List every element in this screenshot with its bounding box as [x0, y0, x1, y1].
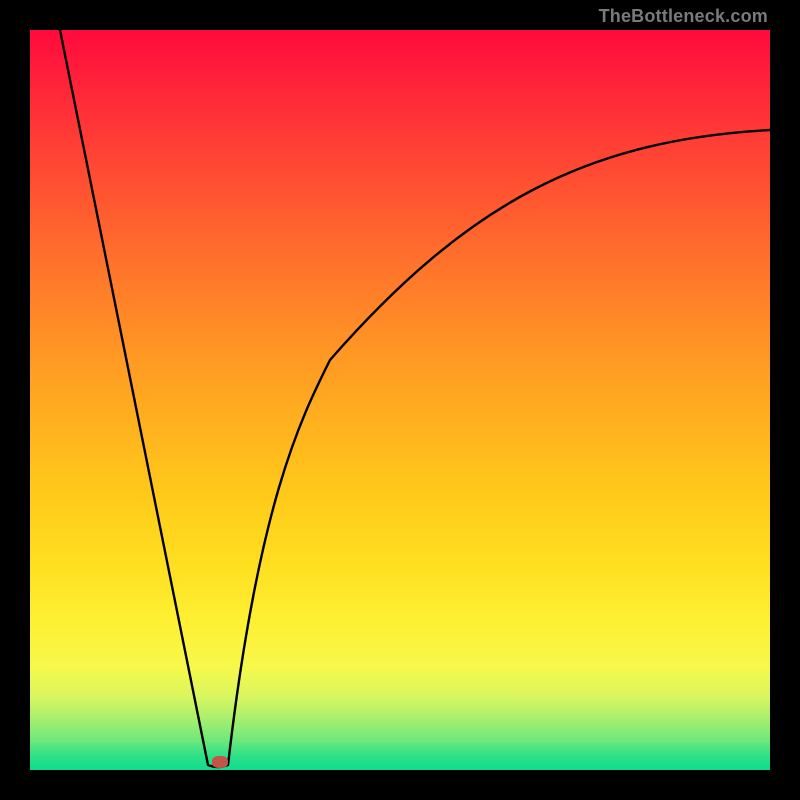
chart-frame: TheBottleneck.com [0, 0, 800, 800]
optimum-marker [212, 756, 228, 768]
plot-area [30, 30, 770, 770]
bottleneck-curve [30, 30, 770, 770]
curve-path [60, 30, 770, 767]
watermark-text: TheBottleneck.com [599, 6, 768, 27]
